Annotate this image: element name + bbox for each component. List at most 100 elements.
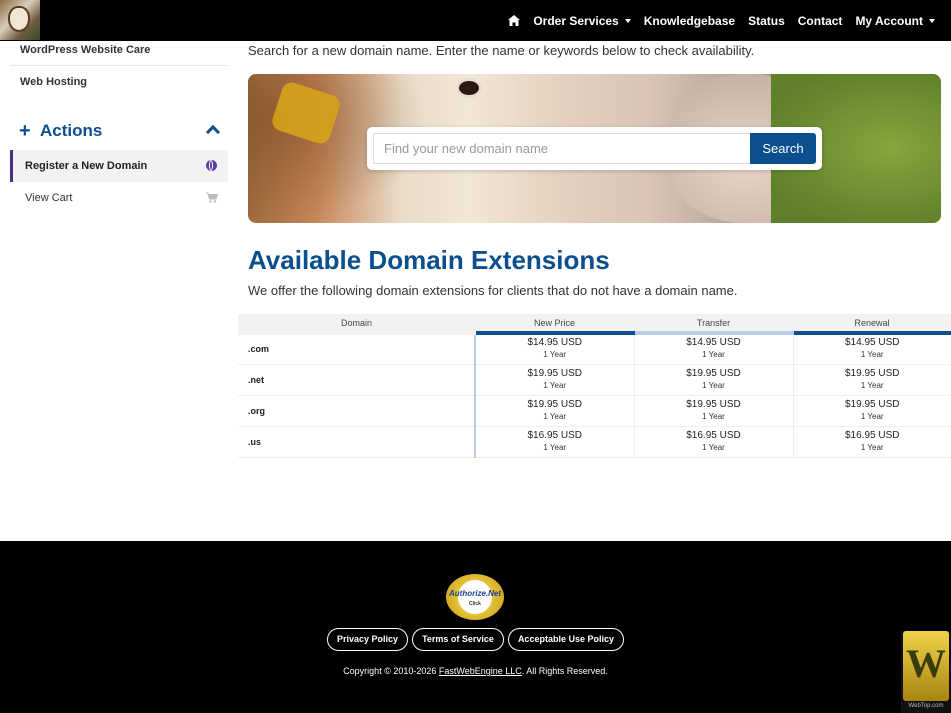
header-new-price[interactable]: New Price [475,314,634,335]
price: $19.95 USD [686,398,741,410]
nav-status[interactable]: Status [748,14,785,28]
copyright-prefix: Copyright © 2010-2026 [343,666,437,676]
globe-icon [206,160,217,171]
transfer-price-cell: $19.95 USD 1 Year [633,395,793,427]
term: 1 Year [860,442,884,452]
site-logo[interactable] [0,0,40,40]
term: 1 Year [860,380,884,390]
price: $19.95 USD [527,398,582,410]
term: 1 Year [543,411,567,421]
price: $19.95 USD [527,367,582,379]
price: $16.95 USD [845,429,900,441]
nav-knowledgebase[interactable]: Knowledgebase [644,14,735,28]
new-price-cell: $14.95 USD 1 Year [474,333,634,365]
chevron-up-icon[interactable] [205,124,221,140]
transfer-price-cell: $19.95 USD 1 Year [633,364,793,396]
action-view-cart[interactable]: View Cart [10,182,228,214]
price: $14.95 USD [686,337,741,349]
header-domain: Domain [238,314,475,335]
caret-down-icon [624,18,631,23]
acceptable-use-link[interactable]: Acceptable Use Policy [507,628,624,651]
table-row: .org $19.95 USD 1 Year $19.95 USD 1 Year $… [238,395,951,427]
sidebar: WordPress Website Care Web Hosting + Act… [10,41,228,214]
cow-logo-image [8,6,30,32]
transfer-price-cell: $14.95 USD 1 Year [633,333,793,365]
transfer-price-cell: $16.95 USD 1 Year [633,426,793,458]
table-row: .com $14.95 USD 1 Year $14.95 USD 1 Year $… [238,333,951,365]
sidebar-link-web-hosting[interactable]: Web Hosting [10,74,228,104]
badge-label: WebTop.com [908,703,944,709]
badge-box: W [903,631,949,701]
intro-text: Search for a new domain name. Enter the … [248,43,755,58]
new-price-cell: $19.95 USD 1 Year [474,364,634,396]
plus-icon: + [19,120,31,142]
domain-search-box: Find your new domain name Search [367,127,822,170]
price: $19.95 USD [686,367,741,379]
term: 1 Year [702,350,725,360]
renewal-price-cell: $19.95 USD 1 Year [792,395,951,427]
company-link[interactable]: FastWebEngine LLC [439,666,522,676]
term: 1 Year [702,380,725,390]
sidebar-link-wordpress-care[interactable]: WordPress Website Care [10,41,228,66]
price: $16.95 USD [686,429,741,441]
term: 1 Year [543,442,567,452]
new-price-cell: $19.95 USD 1 Year [474,395,634,427]
cow-eye-shape [456,78,482,98]
header-transfer[interactable]: Transfer [634,314,793,335]
search-button[interactable]: Search [750,133,816,164]
new-price-cell: $16.95 USD 1 Year [474,426,634,458]
nav-my-account[interactable]: My Account [855,14,935,28]
actions-panel-header[interactable]: + Actions [10,114,228,150]
seal-text: Authorize.Net [449,589,501,598]
actions-title: Actions [40,121,103,140]
tld-cell: .net [238,364,475,396]
tld-cell: .us [238,426,475,458]
term: 1 Year [702,442,725,452]
nav-contact[interactable]: Contact [798,14,843,28]
term: 1 Year [543,350,567,360]
domain-pricing-table: Domain New Price Transfer Renewal .com $… [238,314,951,458]
webtop-badge[interactable]: W WebTop.com [901,631,951,713]
renewal-price-cell: $16.95 USD 1 Year [792,426,951,458]
home-icon[interactable] [508,15,521,26]
table-header-row: Domain New Price Transfer Renewal [238,314,951,335]
term: 1 Year [860,411,884,421]
domain-search-input[interactable]: Find your new domain name [373,133,751,164]
privacy-policy-link[interactable]: Privacy Policy [327,628,409,651]
action-label: Register a New Domain [25,160,148,172]
top-navbar: Order Services Knowledgebase Status Cont… [0,0,951,41]
footer [0,541,951,713]
authorize-net-seal[interactable]: Authorize.Net Click [446,574,504,620]
main-nav: Order Services Knowledgebase Status Cont… [495,0,935,41]
cart-icon [206,192,218,203]
nav-order-services[interactable]: Order Services [533,13,631,28]
terms-of-service-link[interactable]: Terms of Service [412,628,504,651]
renewal-price-cell: $14.95 USD 1 Year [792,333,951,365]
action-label: View Cart [25,192,73,204]
price: $14.95 USD [845,337,900,349]
nav-label: My Account [855,13,923,28]
tld-cell: .org [238,395,475,427]
price: $19.95 USD [845,367,900,379]
table-row: .net $19.95 USD 1 Year $19.95 USD 1 Year $… [238,364,951,396]
price: $16.95 USD [527,429,582,441]
term: 1 Year [860,350,884,360]
extensions-heading: Available Domain Extensions [248,245,610,275]
action-register-domain[interactable]: Register a New Domain [10,150,228,182]
price: $19.95 USD [845,398,900,410]
header-renewal[interactable]: Renewal [793,314,951,335]
extensions-description: We offer the following domain extensions… [248,283,738,298]
seal-subtext: Click [469,601,481,607]
renewal-price-cell: $19.95 USD 1 Year [792,364,951,396]
price: $14.95 USD [527,337,582,349]
badge-letter: W [906,641,946,686]
term: 1 Year [702,411,725,421]
tld-cell: .com [238,333,475,365]
term: 1 Year [543,380,567,390]
copyright-text: Copyright © 2010-2026 FastWebEngine LLC.… [0,666,951,676]
caret-down-icon [929,18,935,23]
copyright-suffix: . All Rights Reserved. [521,666,608,676]
table-row: .us $16.95 USD 1 Year $16.95 USD 1 Year $1… [238,426,951,458]
footer-links: Privacy Policy Terms of Service Acceptab… [0,628,951,651]
nav-label: Order Services [533,13,619,28]
